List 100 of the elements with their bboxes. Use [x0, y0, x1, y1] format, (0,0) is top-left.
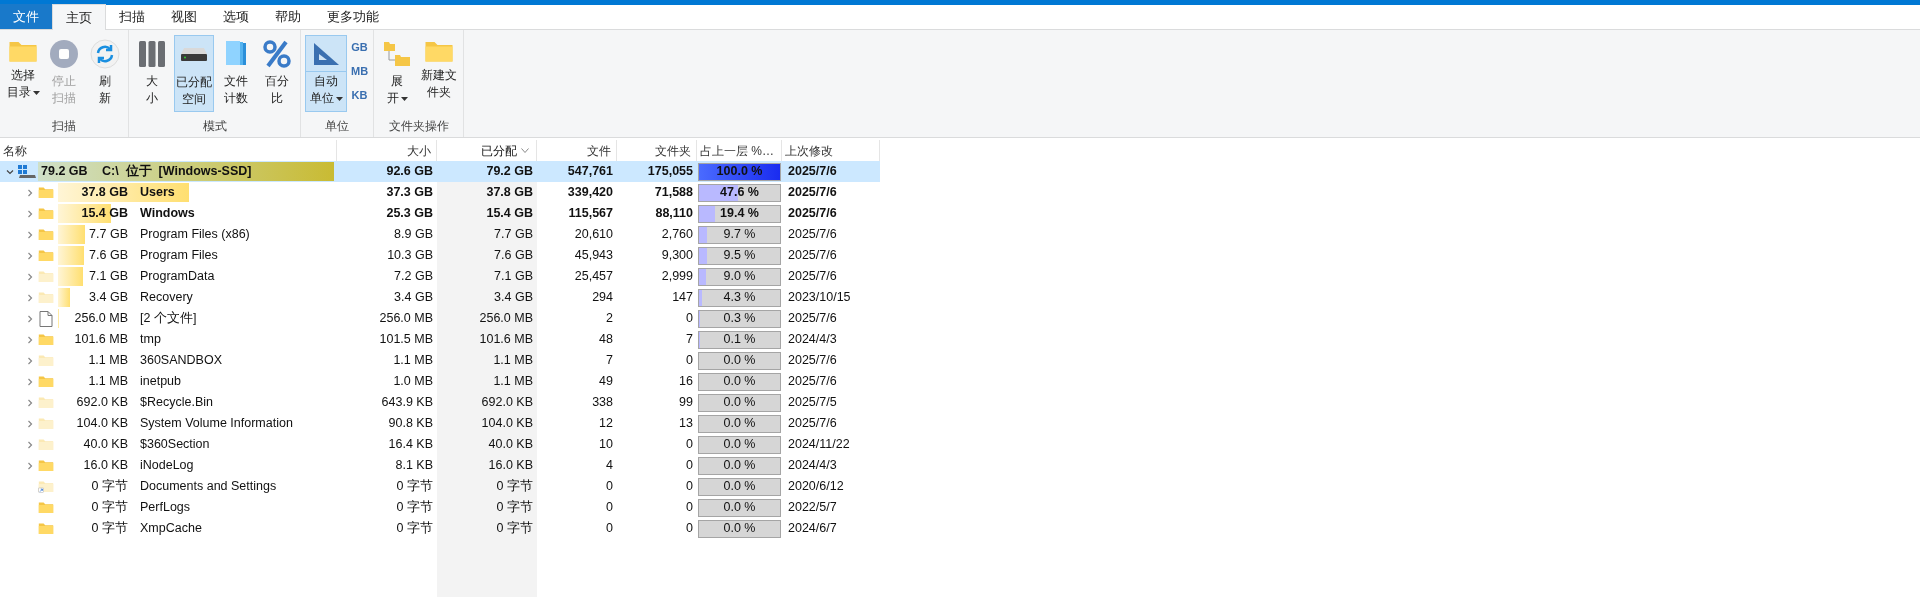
folder-count-cell-text: 2,999 [660, 268, 694, 286]
item-name: Program Files (x86) [140, 227, 250, 242]
expand-chevron-icon[interactable] [26, 251, 34, 260]
folder-count-cell-text: 99 [678, 394, 694, 412]
expand-chevron-icon[interactable] [26, 440, 34, 449]
allocated-cell: 0 字节 [437, 497, 537, 518]
tree-row[interactable]: 256.0 MB [2 个文件] 256.0 MB 256.0 MB 2 0 0.3 % 2025/7/6 [0, 308, 880, 329]
ribbon-button[interactable]: 已分配 空间 [174, 35, 214, 112]
tree-row[interactable]: 692.0 KB $Recycle.Bin 643.9 KB 692.0 KB 338 99 0.0 % 2025/7/5 [0, 392, 880, 413]
file-count-cell-text: 0 [605, 499, 614, 517]
folder-count-cell-text: 88,110 [654, 205, 694, 223]
collapse-chevron-icon[interactable] [6, 167, 14, 176]
folder-icon [38, 270, 54, 283]
item-name: Users [140, 185, 175, 200]
unit-button[interactable]: 自动 单位 [305, 35, 347, 112]
percent-icon [262, 39, 292, 69]
allocated-size: 101.6 MB [74, 332, 128, 347]
tree-row[interactable]: 7.6 GB Program Files 10.3 GB 7.6 GB 45,943 9,300 9.5 % 2025/7/6 [0, 245, 880, 266]
allocated-size: 7.6 GB [89, 248, 128, 263]
tree-row[interactable]: 0 字节 XmpCache 0 字节 0 字节 0 0 0.0 % 2024/6/7 [0, 518, 880, 539]
expand-chevron-icon[interactable] [26, 272, 34, 281]
folder-count-cell-text: 16 [678, 373, 694, 391]
folder-icon [38, 522, 54, 535]
item-name: Recovery [140, 290, 193, 305]
expand-chevron-icon[interactable] [26, 188, 34, 197]
size-cell-text: 90.8 KB [387, 415, 434, 433]
tree-row[interactable]: 37.8 GB Users 37.3 GB 37.8 GB 339,420 71,588 47.6 % 2025/7/6 [0, 182, 880, 203]
size-cell-text: 0 字节 [395, 520, 434, 538]
modified-date-cell-text: 2024/6/7 [787, 520, 838, 538]
percent-text: 0.0 % [723, 352, 756, 370]
folder-count-cell-text: 0 [685, 478, 694, 496]
expand-chevron-icon[interactable] [26, 461, 34, 470]
ribbon-button[interactable]: 展 开 [378, 35, 417, 112]
folder-icon [38, 291, 54, 304]
tree-row[interactable]: 1.1 MB 360SANDBOX 1.1 MB 1.1 MB 7 0 0.0 % 2025/7/6 [0, 350, 880, 371]
ribbon-button[interactable]: 刷 新 [86, 35, 124, 112]
file-count-cell-text: 12 [598, 415, 614, 433]
unit-option[interactable]: MB [350, 61, 370, 81]
modified-date-cell-text: 2025/7/6 [787, 163, 838, 181]
file-menu-tab[interactable]: 文件 [0, 4, 52, 29]
ribbon-button[interactable]: 选择 目录 [4, 35, 42, 112]
drive-icon [18, 164, 36, 179]
expand-chevron-icon[interactable] [26, 335, 34, 344]
percent-text: 9.7 % [723, 226, 756, 244]
expand-chevron-icon[interactable] [26, 377, 34, 386]
ribbon-button[interactable]: 文件 计数 [217, 35, 255, 112]
tree-row[interactable]: 16.0 KB iNodeLog 8.1 KB 16.0 KB 4 0 0.0 % 2024/4/3 [0, 455, 880, 476]
ribbon-button[interactable]: 百分 比 [258, 35, 296, 112]
allocated-size: 7.7 GB [89, 227, 128, 242]
tree-row[interactable]: 0 字节 PerfLogs 0 字节 0 字节 0 0 0.0 % 2022/5/7 [0, 497, 880, 518]
ribbon-button[interactable]: 大 小 [133, 35, 171, 112]
tree-row[interactable]: 1.1 MB inetpub 1.0 MB 1.1 MB 49 16 0.0 % 2025/7/6 [0, 371, 880, 392]
caret-icon [335, 96, 343, 101]
ribbon-tab[interactable]: 选项 [210, 4, 262, 29]
file-count-cell-text: 48 [598, 331, 614, 349]
expand-chevron-icon[interactable] [26, 398, 34, 407]
tree-row[interactable]: 7.1 GB ProgramData 7.2 GB 7.1 GB 25,457 2,999 9.0 % 2025/7/6 [0, 266, 880, 287]
hard-drive-icon [181, 48, 207, 61]
file-count-cell-text: 338 [591, 394, 614, 412]
folder-count-cell-text: 71,588 [653, 184, 694, 202]
ribbon-tab[interactable]: 主页 [52, 4, 106, 30]
allocated-cell: 104.0 KB [437, 413, 537, 434]
ribbon-tab[interactable]: 视图 [158, 4, 210, 29]
allocated-cell: 0 字节 [437, 476, 537, 497]
allocated-cell: 1.1 MB [437, 371, 537, 392]
stop-icon [49, 39, 79, 69]
ribbon-button[interactable]: 新建文 件夹 [419, 35, 460, 112]
file-count-cell-text: 547,761 [566, 163, 614, 181]
tree-row[interactable]: 7.7 GB Program Files (x86) 8.9 GB 7.7 GB 20,610 2,760 9.7 % 2025/7/6 [0, 224, 880, 245]
folder-icon [38, 459, 54, 472]
allocated-cell: 7.7 GB [437, 224, 537, 245]
expand-chevron-icon[interactable] [26, 293, 34, 302]
allocated-size: 0 字节 [91, 521, 128, 536]
percent-text: 0.3 % [723, 310, 756, 328]
file-icon [39, 310, 53, 327]
expand-chevron-icon[interactable] [26, 209, 34, 218]
expand-chevron-icon[interactable] [26, 356, 34, 365]
ribbon-tab[interactable]: 扫描 [106, 4, 158, 29]
expand-chevron-icon[interactable] [26, 419, 34, 428]
allocated-size: 692.0 KB [76, 395, 128, 410]
tree-row[interactable]: 104.0 KB System Volume Information 90.8 KB 104.0 KB 12 13 0.0 % 2025/7/6 [0, 413, 880, 434]
tree-row[interactable]: 101.6 MB tmp 101.5 MB 101.6 MB 48 7 0.1 % 2024/4/3 [0, 329, 880, 350]
expand-chevron-icon[interactable] [26, 314, 34, 323]
percent-text: 0.0 % [723, 415, 756, 433]
tree-row[interactable]: 3.4 GB Recovery 3.4 GB 3.4 GB 294 147 4.3 % 2023/10/15 [0, 287, 880, 308]
tree-row[interactable]: 0 字节 Documents and Settings 0 字节 0 字节 0 0 0.0 % 2020/6/12 [0, 476, 880, 497]
item-name: PerfLogs [140, 500, 191, 515]
unit-option[interactable]: KB [350, 85, 370, 105]
tree-row[interactable]: 40.0 KB $360Section 16.4 KB 40.0 KB 10 0 0.0 % 2024/11/22 [0, 434, 880, 455]
ribbon-tab[interactable]: 更多功能 [314, 4, 392, 29]
unit-option[interactable]: GB [350, 37, 370, 57]
tree-row[interactable]: 79.2 GB C:\ 位于 [Windows-SSD] 92.6 GB 79.2 GB 547,761 175,055 100.0 % 2025/7/6 [0, 161, 880, 182]
percent-text: 0.0 % [723, 520, 756, 538]
folder-count-cell-text: 7 [685, 331, 694, 349]
allocated-cell: 101.6 MB [437, 329, 537, 350]
folder-count-cell-text: 0 [685, 499, 694, 517]
folder-count-cell-text: 0 [685, 352, 694, 370]
percent-text: 0.0 % [723, 373, 756, 391]
expand-chevron-icon[interactable] [26, 230, 34, 239]
ribbon-tab[interactable]: 帮助 [262, 4, 314, 29]
